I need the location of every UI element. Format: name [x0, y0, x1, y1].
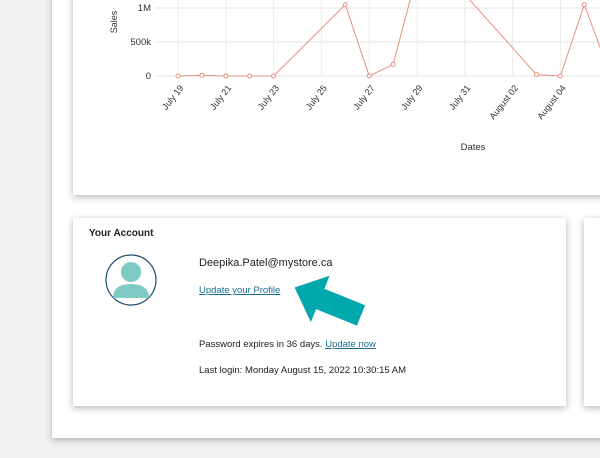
data-point — [247, 73, 253, 79]
x-axis-label: Dates — [461, 142, 486, 153]
last-login-text: Last login: Monday August 15, 2022 10:30… — [199, 365, 407, 376]
data-point — [342, 2, 348, 8]
y-axis-label: Sales — [109, 10, 119, 33]
page: 0 500k 1M Sales July 19 July 21 July 23 July 25… — [0, 0, 600, 458]
data-point — [534, 72, 539, 78]
data-point — [390, 61, 396, 67]
password-expiry-text: Password expires in 36 days. — [199, 339, 323, 350]
data-point — [199, 72, 205, 78]
x-tick-label: July 25 — [304, 83, 329, 112]
y-tick-label: 500k — [130, 37, 151, 48]
data-point — [557, 73, 563, 79]
x-tick-label: August 04 — [535, 83, 568, 121]
sales-line-chart: 0 500k 1M Sales July 19 July 21 July 23 July 25… — [109, 0, 600, 153]
password-expiry-line: Password expires in 36 days. Update now — [199, 339, 376, 350]
sales-series-line — [177, 0, 600, 77]
x-tick-label: July 21 — [208, 83, 233, 112]
x-tick-label: July 23 — [256, 83, 281, 112]
your-account-card: Your Account Deepika.Patel@mystore.ca Up… — [73, 218, 566, 406]
data-point — [271, 73, 277, 79]
x-tick-label: July 29 — [399, 83, 424, 112]
user-avatar-icon — [105, 254, 157, 306]
data-point — [581, 2, 587, 8]
data-point — [223, 73, 229, 79]
update-profile-link[interactable]: Update your Profile — [199, 285, 280, 296]
x-tick-label: July 27 — [351, 83, 376, 112]
update-now-link[interactable]: Update now — [325, 339, 376, 350]
x-tick-label: July 31 — [447, 83, 472, 112]
y-tick-label: 1M — [138, 3, 151, 14]
side-card — [584, 218, 600, 406]
x-tick-label: August 02 — [487, 83, 520, 121]
y-tick-label: 0 — [146, 71, 151, 82]
data-point — [366, 73, 372, 79]
account-title: Your Account — [89, 228, 154, 239]
x-tick-label: July 19 — [160, 83, 185, 112]
pointer-arrow-icon — [294, 275, 366, 326]
data-point — [175, 73, 181, 79]
account-email: Deepika.Patel@mystore.ca — [199, 257, 333, 269]
sales-chart-card: 0 500k 1M Sales July 19 July 21 July 23 July 25… — [73, 0, 600, 195]
